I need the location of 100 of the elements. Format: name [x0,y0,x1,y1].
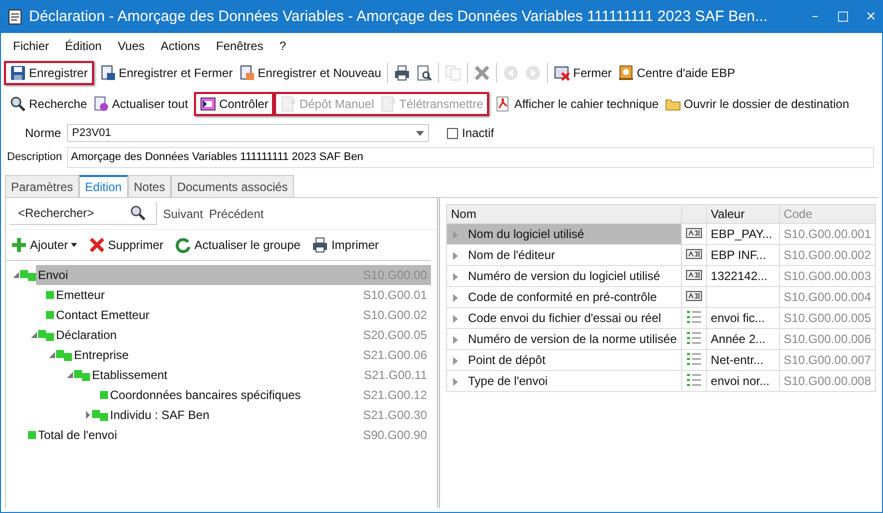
toolbar-button[interactable]: Enregistrer [7,64,91,82]
menu-item[interactable]: Fenêtres [208,37,272,55]
expand-icon[interactable] [453,272,458,281]
menu-item[interactable]: ? [271,37,294,55]
document-icon [100,64,116,80]
table-cell[interactable]: Point de dépôt [446,350,682,370]
group-node-icon [20,270,36,280]
document-icon [380,96,396,112]
leaf-node-icon [28,431,36,439]
tab[interactable]: Notes [128,175,172,197]
expand-icon[interactable] [453,294,458,302]
inactif-checkbox[interactable] [447,128,458,138]
table-cell[interactable]: Type de l'envoi [446,370,682,392]
tab[interactable]: Paramètres [5,175,80,197]
toolbar-button[interactable]: Supprimer [86,236,166,254]
tree-item[interactable]: Total de l'envoi S90.G00.90 [36,425,431,445]
toolbar-button[interactable]: Ouvrir le dossier de destination [662,94,852,112]
leaf-node-icon [46,311,54,319]
cross-icon [89,237,106,253]
table-cell: S10.G00.00.007 [779,350,876,370]
table-cell[interactable]: Nom du logiciel utilisé [446,224,682,244]
column-header[interactable]: Nom [446,204,682,224]
pdf-icon [495,96,512,112]
pencil-document-icon [238,64,255,80]
close-button[interactable]: × [860,9,882,24]
expand-icon[interactable] [453,378,458,386]
expand-icon[interactable] [453,336,458,344]
tree-item[interactable]: Coordonnées bancaires spécifiques S21.G00.12 [108,385,431,405]
table-cell: S10.G00.00.005 [779,308,876,328]
tree-item[interactable]: Entreprise S21.G00.06 [72,345,431,365]
toolbar-button[interactable]: Actualiser tout [90,94,192,112]
toolbar-button[interactable]: Imprimer [309,236,382,254]
close-icon [554,64,570,80]
table-cell[interactable]: Numéro de version de la norme utilisée [446,328,682,350]
expand-icon[interactable] [453,252,458,260]
collapse-icon[interactable] [66,371,74,379]
table-cell[interactable]: Code de conformité en pré-contrôle [446,286,682,308]
tree-item[interactable]: Déclaration S20.G00.05 [54,325,431,345]
checkbox-label: Inactif [462,126,494,140]
leaf-node-icon [46,291,54,299]
field-label: Norme [24,126,61,140]
table-cell[interactable]: Numéro de version du logiciel utilisé [446,266,682,286]
table-cell[interactable]: Code envoi du fichier d'essai ou réel [446,308,682,328]
dropdown-arrow-icon[interactable] [416,130,424,136]
toolbar-button[interactable]: Recherche [7,94,90,112]
menu-item[interactable]: Vues [110,37,153,55]
menu-item[interactable]: Actions [152,37,208,55]
table-cell: S10.G00.00.002 [779,244,876,266]
minimize-button[interactable]: – [804,9,826,24]
tree-item[interactable]: Emetteur S10.G00.01 [54,285,431,305]
table-cell: S10.G00.00.001 [779,224,876,244]
next-link[interactable]: Suivant [163,206,204,220]
leaf-node-icon [100,391,108,399]
tree-item[interactable]: Etablissement S21.G00.11 [90,365,431,385]
toolbar-button[interactable]: Contrôler [197,94,272,112]
table-cell: envoi nor... [710,374,770,388]
expand-icon[interactable] [84,411,92,419]
collapse-icon[interactable] [30,331,38,339]
toolbar-button[interactable]: Actualiser le groupe [172,236,304,254]
toolbar-button[interactable]: Enregistrer et Nouveau [236,64,384,82]
document-icon [280,96,296,112]
collapse-icon[interactable] [12,271,20,279]
tab[interactable]: Edition [79,175,128,197]
field-label: Description [7,151,63,163]
plus-icon [11,237,27,253]
group-node-icon [38,330,54,340]
table-cell: EBP INF... [710,248,766,262]
toolbar-button[interactable]: Enregistrer et Fermer [96,64,236,82]
table-cell: envoi fic... [710,311,765,325]
previous-link[interactable]: Précédent [209,206,264,220]
group-node-icon [92,410,108,420]
table-cell: S10.G00.00.004 [779,286,876,308]
table-cell[interactable]: Nom de l'éditeur [446,244,682,266]
norme-dropdown[interactable]: P23V01 [67,124,429,142]
group-node-icon [74,370,90,380]
search-icon [10,96,26,112]
tree-item[interactable]: Contact Emetteur S10.G00.02 [54,305,431,325]
table-cell: S10.G00.00.006 [779,328,876,350]
description-field[interactable]: Amorçage des Données Variables 111111111 2023 SAF Ben [67,146,874,168]
menu-item[interactable]: Fichier [5,37,58,55]
collapse-icon[interactable] [48,351,56,359]
table-cell: S10.G00.00.003 [779,266,876,286]
toolbar-button[interactable]: Fermer [551,64,615,82]
table-cell: Net-entr... [710,353,764,367]
search-icon [130,205,146,221]
maximize-button[interactable]: □ [832,9,854,24]
menu-item[interactable]: Édition [57,37,110,55]
tree-item[interactable]: Individu : SAF Ben S21.G00.30 [108,405,431,425]
table-cell: EBP_PAY... [710,227,772,241]
expand-icon[interactable] [453,314,458,323]
window-title: Déclaration - Amorçage des Données Variables - Amorçage des Données Variables 111111111 2023 SAF Ben... [29,8,768,25]
expand-icon[interactable] [453,356,458,365]
form-icon [200,96,216,112]
toolbar-button[interactable]: Afficher le cahier technique [492,94,662,112]
column-header[interactable]: Valeur [706,204,780,224]
tab[interactable]: Documents associés [171,175,294,197]
toolbar-button[interactable]: Ajouter [8,236,80,254]
group-node-icon [56,350,72,360]
toolbar-button[interactable]: Centre d'aide EBP [614,64,738,82]
table-cell: 1322142... [710,269,768,283]
